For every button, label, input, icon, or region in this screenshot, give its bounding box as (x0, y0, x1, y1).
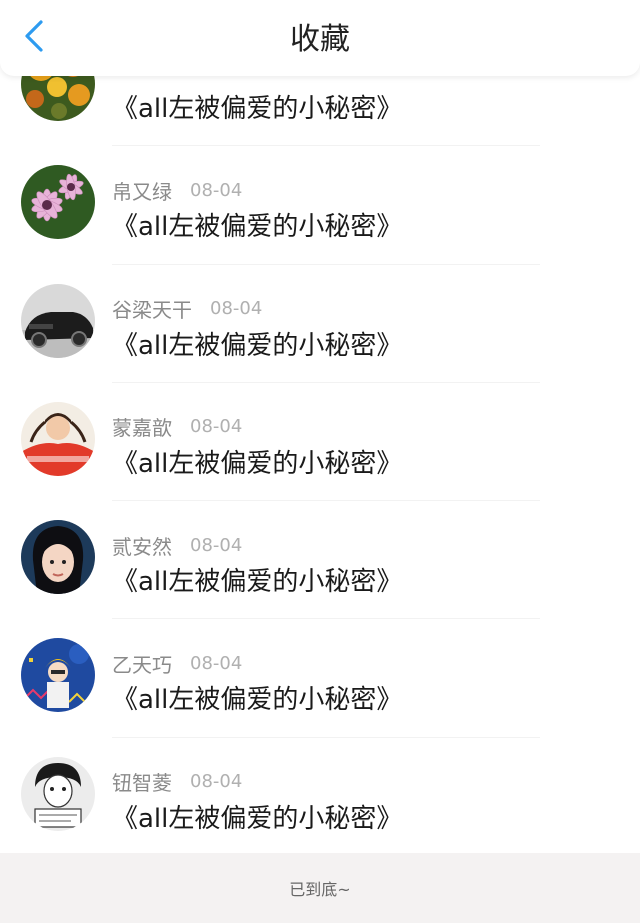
girl-red-avatar (21, 401, 95, 476)
author-name: 谷梁天干 (112, 298, 192, 323)
book-title[interactable]: 《all左被偏爱的小秘密》 (112, 798, 402, 835)
favorite-date: 08-04 (190, 771, 243, 793)
list-item[interactable]: 乙天巧 08-04 《all左被偏爱的小秘密》 (0, 619, 640, 738)
item-meta: 帛又绿 08-04 (112, 176, 242, 204)
favorites-list: 《all左被偏爱的小秘密》 帛又绿 08-04 《all左被偏爱的小秘密》 谷梁… (0, 28, 640, 856)
portrait-avatar (21, 520, 95, 595)
favorite-date: 08-04 (190, 179, 243, 201)
sketch-avatar (21, 756, 95, 831)
list-item[interactable]: 贰安然 08-04 《all左被偏爱的小秘密》 (0, 501, 640, 620)
book-title[interactable]: 《all左被偏爱的小秘密》 (112, 443, 402, 480)
item-meta: 乙天巧 08-04 (112, 649, 242, 677)
car-avatar (21, 283, 95, 358)
book-title[interactable]: 《all左被偏爱的小秘密》 (112, 679, 402, 716)
top-navigation-bar: 收藏 (0, 0, 640, 76)
item-meta: 贰安然 08-04 (112, 531, 242, 559)
favorite-date: 08-04 (190, 416, 243, 438)
favorite-date: 08-04 (210, 298, 263, 320)
list-end-footer: 已到底~ (0, 853, 640, 923)
book-title[interactable]: 《all左被偏爱的小秘密》 (112, 561, 402, 598)
favorites-screen: 《all左被偏爱的小秘密》 帛又绿 08-04 《all左被偏爱的小秘密》 谷梁… (0, 0, 640, 923)
book-title[interactable]: 《all左被偏爱的小秘密》 (112, 88, 402, 125)
page-title: 收藏 (290, 22, 350, 57)
author-name: 帛又绿 (112, 179, 172, 204)
author-name: 蒙嘉歆 (112, 416, 172, 441)
author-name: 乙天巧 (112, 652, 172, 677)
favorite-date: 08-04 (190, 652, 243, 674)
item-meta: 蒙嘉歆 08-04 (112, 413, 242, 441)
author-name: 钮智菱 (112, 771, 172, 796)
list-item[interactable]: 钮智菱 08-04 《all左被偏爱的小秘密》 (0, 738, 640, 856)
list-item[interactable]: 蒙嘉歆 08-04 《all左被偏爱的小秘密》 (0, 383, 640, 502)
item-meta: 谷梁天干 08-04 (112, 295, 262, 323)
author-name: 贰安然 (112, 534, 172, 559)
item-meta: 钮智菱 08-04 (112, 768, 242, 796)
end-of-list-text: 已到底~ (289, 880, 351, 899)
book-title[interactable]: 《all左被偏爱的小秘密》 (112, 206, 402, 243)
daisy-avatar (21, 165, 95, 240)
monday-cartoon-avatar (21, 638, 95, 713)
favorite-date: 08-04 (190, 534, 243, 556)
list-item[interactable]: 帛又绿 08-04 《all左被偏爱的小秘密》 (0, 146, 640, 265)
book-title[interactable]: 《all左被偏爱的小秘密》 (112, 325, 402, 362)
list-item[interactable]: 谷梁天干 08-04 《all左被偏爱的小秘密》 (0, 265, 640, 383)
